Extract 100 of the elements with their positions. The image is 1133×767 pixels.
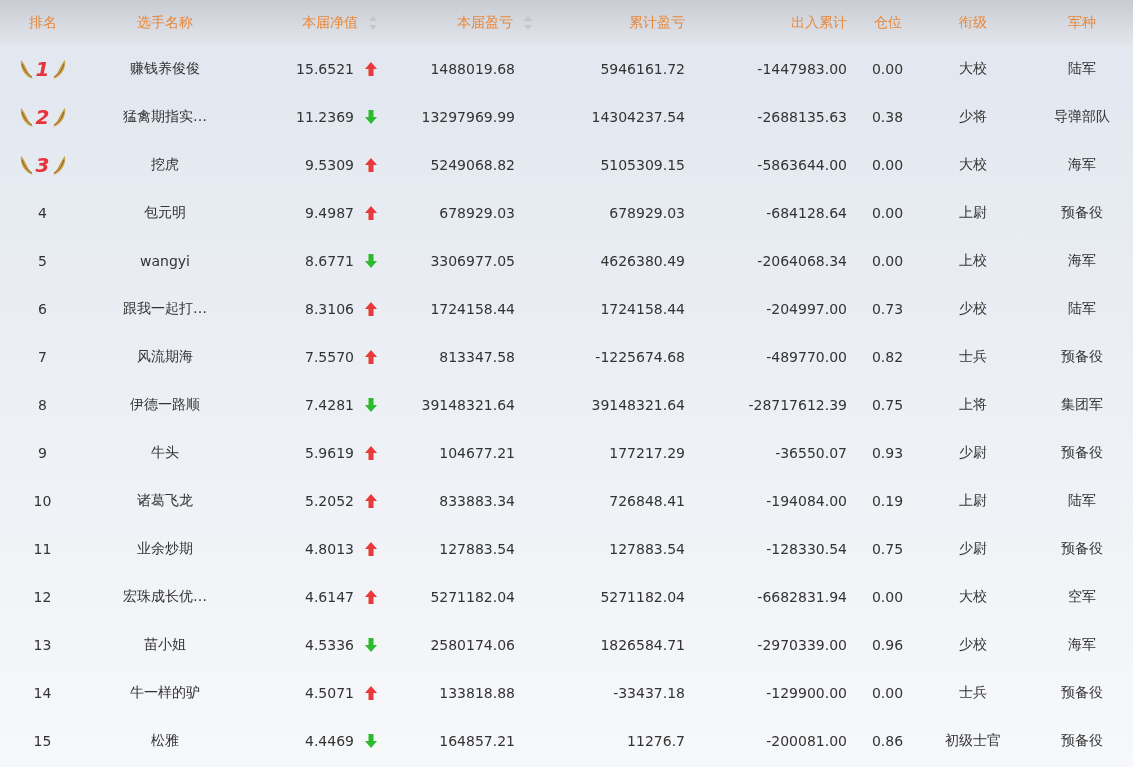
table-cell: 0.96 (871, 637, 904, 653)
table-cell: 少将 (958, 108, 987, 126)
table-cell: 104677.21 (439, 445, 515, 461)
table-cell: -28717612.39 (748, 397, 847, 413)
table-cell: -6682831.94 (757, 589, 847, 605)
table-cell: -2688135.63 (757, 109, 847, 125)
table-cell: 0.75 (871, 397, 904, 413)
table-cell: 0.00 (871, 61, 904, 77)
player-name: 跟我一起打… (123, 300, 207, 318)
player-name: 牛头 (151, 444, 179, 462)
table-cell: 预备役 (1060, 540, 1103, 558)
rank-number: 13 (33, 637, 52, 653)
rank-number: 11 (33, 541, 52, 557)
table-cell: 0.86 (871, 733, 904, 749)
table-cell: 0.93 (871, 445, 904, 461)
table-cell: 大校 (958, 156, 987, 174)
table-cell: 1488019.68 (430, 61, 515, 77)
table-cell: 初级士官 (944, 732, 1001, 750)
table-cell: -129900.00 (766, 685, 847, 701)
table-cell: -1225674.68 (595, 349, 685, 365)
rank-number: 8 (38, 397, 47, 413)
table-cell: 813347.58 (439, 349, 515, 365)
column-header[interactable]: 选手名称 (137, 13, 193, 32)
player-name: 业余炒期 (137, 540, 193, 558)
rank-number: 3 (34, 153, 51, 177)
table-cell: -204997.00 (766, 301, 847, 317)
table-cell: 上将 (958, 396, 987, 414)
table-cell: 0.00 (871, 589, 904, 605)
net-value: 11.2369 (296, 109, 354, 125)
player-name: 松雅 (151, 732, 179, 750)
table-cell: -5863644.00 (757, 157, 847, 173)
net-value: 5.9619 (305, 445, 354, 461)
table-cell: 集团军 (1060, 396, 1103, 414)
table-cell: 5271182.04 (430, 589, 515, 605)
sort-icon (368, 14, 378, 31)
net-value: 5.2052 (305, 493, 354, 509)
table-cell: -33437.18 (613, 685, 685, 701)
net-value: 15.6521 (296, 61, 354, 77)
rank-number: 1 (34, 57, 51, 81)
rank-number: 15 (33, 733, 52, 749)
column-header[interactable]: 累计盈亏 (629, 13, 685, 32)
rank-number: 6 (38, 301, 47, 317)
table-cell: 上尉 (958, 492, 987, 510)
table-cell: 726848.41 (609, 493, 685, 509)
table-cell: 海军 (1067, 252, 1096, 270)
table-cell: 预备役 (1060, 348, 1103, 366)
table-cell: 海军 (1067, 156, 1096, 174)
table-cell: 678929.03 (439, 205, 515, 221)
table-cell: 2580174.06 (430, 637, 515, 653)
player-name: 牛一样的驴 (130, 684, 200, 702)
net-value: 7.5570 (305, 349, 354, 365)
rank-number: 10 (33, 493, 52, 509)
table-cell: 士兵 (958, 684, 987, 702)
net-value: 4.5071 (305, 685, 354, 701)
column-header[interactable]: 本届盈亏 (457, 13, 533, 32)
column-header[interactable]: 排名 (28, 13, 57, 32)
player-name: 挖虎 (151, 156, 179, 174)
table-cell: 127883.54 (439, 541, 515, 557)
column-header[interactable]: 出入累计 (791, 13, 847, 32)
player-name: 包元明 (144, 204, 186, 222)
table-cell: -200081.00 (766, 733, 847, 749)
table-cell: 678929.03 (609, 205, 685, 221)
player-name: wangyi (140, 253, 190, 269)
net-value: 4.4469 (305, 733, 354, 749)
table-cell: 海军 (1067, 636, 1096, 654)
net-value: 9.4987 (305, 205, 354, 221)
table-cell: 1724158.44 (600, 301, 685, 317)
table-cell: 预备役 (1060, 732, 1103, 750)
table-cell: 1724158.44 (430, 301, 515, 317)
column-header[interactable]: 衔级 (958, 13, 987, 32)
rank-number: 9 (38, 445, 47, 461)
table-cell: 0.00 (871, 205, 904, 221)
player-name: 赚钱养俊俊 (130, 60, 200, 78)
table-cell: -2970339.00 (757, 637, 847, 653)
table-cell: 少校 (958, 300, 987, 318)
table-cell: 0.75 (871, 541, 904, 557)
player-name: 猛禽期指实… (123, 108, 207, 126)
net-value: 9.5309 (305, 157, 354, 173)
table-cell: -684128.64 (766, 205, 847, 221)
table-cell: 5105309.15 (600, 157, 685, 173)
table-cell: 0.82 (871, 349, 904, 365)
column-header[interactable]: 仓位 (873, 13, 902, 32)
net-value: 4.6147 (305, 589, 354, 605)
player-name: 苗小姐 (144, 636, 186, 654)
table-cell: 39148321.64 (421, 397, 515, 413)
table-cell: 833883.34 (439, 493, 515, 509)
column-header[interactable]: 军种 (1067, 13, 1096, 32)
rank-number: 4 (38, 205, 47, 221)
table-cell: 0.73 (871, 301, 904, 317)
table-cell: 164857.21 (439, 733, 515, 749)
rank-number: 14 (33, 685, 52, 701)
table-cell: 3306977.05 (430, 253, 515, 269)
net-value: 4.8013 (305, 541, 354, 557)
column-header[interactable]: 本届净值 (302, 13, 390, 32)
rank-number: 7 (38, 349, 47, 365)
table-cell: -2064068.34 (757, 253, 847, 269)
table-cell: 少尉 (958, 540, 987, 558)
table-cell: 13297969.99 (421, 109, 515, 125)
table-cell: 陆军 (1067, 60, 1096, 78)
table-cell: 预备役 (1060, 204, 1103, 222)
